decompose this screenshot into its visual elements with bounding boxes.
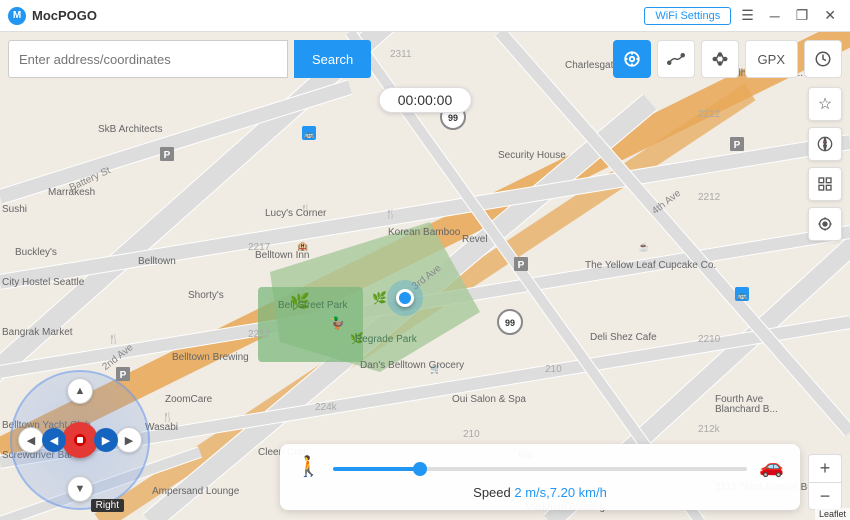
- svg-text:🍴: 🍴: [162, 411, 173, 423]
- target-location-button[interactable]: [808, 207, 842, 241]
- app-title: MocPOGO: [32, 8, 97, 23]
- svg-text:P: P: [164, 150, 171, 161]
- restore-button[interactable]: ❐: [790, 5, 815, 26]
- svg-text:🏨: 🏨: [297, 241, 308, 252]
- joystick-up-button[interactable]: ▲: [67, 378, 93, 404]
- svg-text:2217: 2217: [248, 242, 271, 253]
- svg-text:99: 99: [448, 113, 458, 123]
- history-button[interactable]: [804, 40, 842, 78]
- zoom-in-button[interactable]: +: [808, 454, 842, 482]
- svg-text:🌿: 🌿: [372, 291, 387, 305]
- speed-label: Speed: [473, 485, 514, 500]
- svg-text:P: P: [734, 140, 741, 151]
- close-button[interactable]: ✕: [818, 5, 842, 26]
- svg-text:🌿: 🌿: [290, 292, 310, 311]
- location-center-button[interactable]: [613, 40, 651, 78]
- layers-button[interactable]: [808, 167, 842, 201]
- joystick-right-button[interactable]: ▶: [116, 427, 142, 453]
- search-button[interactable]: Search: [294, 40, 371, 78]
- svg-text:🍴: 🍴: [300, 203, 311, 215]
- zoom-out-button[interactable]: −: [808, 482, 842, 510]
- car-icon: 🚗: [759, 454, 784, 479]
- svg-text:224k: 224k: [315, 402, 338, 413]
- svg-text:210: 210: [463, 429, 480, 440]
- right-direction-label: Right: [91, 499, 124, 512]
- joystick: ▲ ▼ ◀ ▶ ◀ ▶ Right: [10, 370, 150, 510]
- location-marker-inner: [396, 289, 414, 307]
- svg-text:🦆: 🦆: [330, 316, 345, 330]
- zoom-controls: + −: [808, 454, 842, 510]
- wifi-settings-button[interactable]: WiFi Settings: [644, 7, 731, 25]
- title-left: M MocPOGO: [8, 7, 97, 25]
- compass-button[interactable]: [808, 127, 842, 161]
- svg-text:210: 210: [545, 364, 562, 375]
- main-content: Search: [0, 32, 850, 520]
- svg-text:🚌: 🚌: [304, 130, 314, 139]
- svg-text:212k: 212k: [698, 424, 721, 435]
- svg-text:🛒: 🛒: [430, 363, 441, 374]
- map-container[interactable]: Search: [0, 32, 850, 520]
- speed-panel: 🚶 🚗 Speed 2 m/s,7.20 km/h: [280, 444, 800, 510]
- location-marker: [387, 280, 423, 316]
- svg-text:99: 99: [505, 318, 515, 328]
- svg-text:🚌: 🚌: [737, 291, 747, 300]
- joystick-nav-left-button[interactable]: ◀: [42, 428, 66, 452]
- svg-text:☕: ☕: [638, 241, 649, 252]
- joystick-down-button[interactable]: ▼: [67, 476, 93, 502]
- speed-slider[interactable]: [333, 467, 747, 471]
- title-bar: M MocPOGO WiFi Settings ☰ ─ ❐ ✕: [0, 0, 850, 32]
- svg-text:🍴: 🍴: [108, 333, 119, 345]
- leaflet-attribution: Leaflet: [815, 508, 850, 520]
- multi-route-button[interactable]: [701, 40, 739, 78]
- minimize-button[interactable]: ─: [764, 6, 786, 26]
- speed-slider-container: [333, 460, 747, 474]
- speed-value: 2 m/s,7.20 km/h: [514, 485, 606, 500]
- svg-text:2212: 2212: [698, 109, 721, 120]
- svg-text:2217: 2217: [248, 329, 271, 340]
- svg-text:P: P: [518, 260, 525, 271]
- joystick-stop-button[interactable]: [62, 422, 98, 458]
- toolbar-right: GPX: [613, 40, 842, 78]
- svg-text:2210: 2210: [698, 334, 721, 345]
- location-marker-outer: [387, 280, 423, 316]
- favorites-button[interactable]: ☆: [808, 87, 842, 121]
- joystick-left-button[interactable]: ◀: [18, 427, 44, 453]
- title-right: WiFi Settings ☰ ─ ❐ ✕: [644, 5, 842, 26]
- speed-text: Speed 2 m/s,7.20 km/h: [296, 485, 784, 500]
- joystick-nav-right-button[interactable]: ▶: [94, 428, 118, 452]
- gpx-button[interactable]: GPX: [745, 40, 798, 78]
- menu-button[interactable]: ☰: [735, 5, 760, 26]
- walk-icon: 🚶: [296, 454, 321, 479]
- svg-text:🌿: 🌿: [350, 332, 364, 345]
- svg-text:🍴: 🍴: [385, 208, 396, 220]
- speed-icons: 🚶 🚗: [296, 454, 784, 479]
- svg-text:2212: 2212: [698, 192, 721, 203]
- route-tool-button[interactable]: [657, 40, 695, 78]
- joystick-background: ▲ ▼ ◀ ▶ ◀ ▶ Right: [10, 370, 150, 510]
- top-toolbar: Search: [8, 40, 842, 78]
- timer-display: 00:00:00: [379, 87, 472, 113]
- app-logo: M: [8, 7, 26, 25]
- right-sidebar: ☆: [808, 87, 842, 510]
- search-input[interactable]: [8, 40, 288, 78]
